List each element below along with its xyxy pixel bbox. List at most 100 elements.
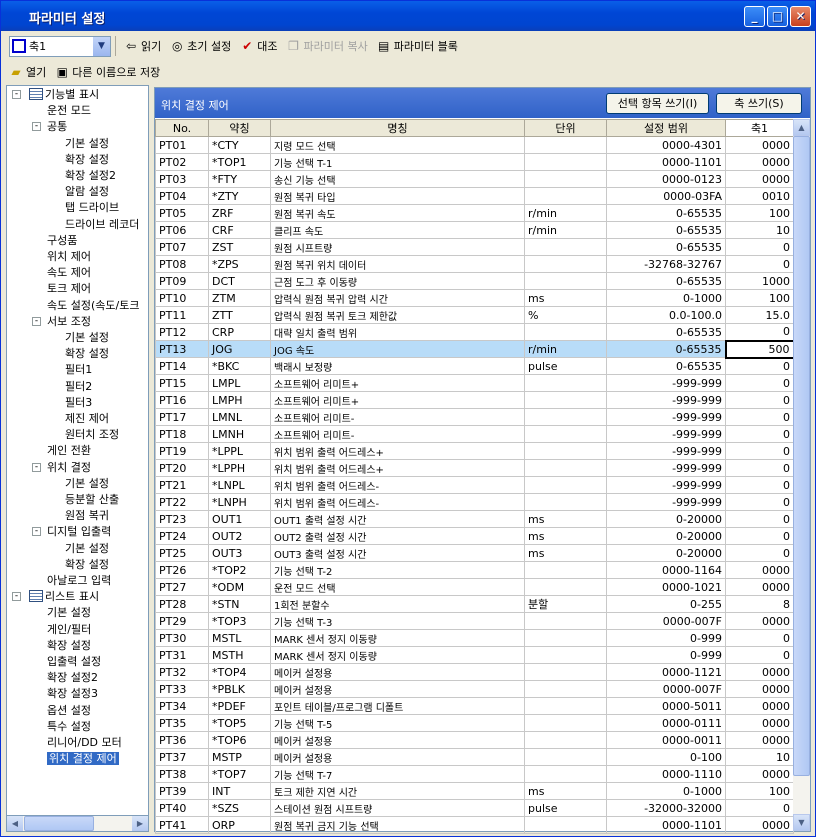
tree-collapse-icon[interactable]: -: [12, 90, 21, 99]
axis1-value-cell[interactable]: 1000: [725, 272, 794, 290]
table-row[interactable]: PT23 OUT1 OUT1 출력 설정 시간 ms 0-20000 0: [155, 510, 794, 528]
tree-item[interactable]: - 서보 조정: [32, 314, 91, 330]
table-row[interactable]: PT35 *TOP5 기능 선택 T-5 0000-0111 0000: [155, 714, 794, 732]
axis1-value-cell[interactable]: 0000: [725, 612, 794, 630]
tree-item[interactable]: 토크 제어: [47, 281, 91, 297]
table-row[interactable]: PT05 ZRF 원점 복귀 속도 r/min 0-65535 100: [155, 204, 794, 222]
write-axis-button[interactable]: 축 쓰기(S): [716, 93, 802, 114]
table-row[interactable]: PT33 *PBLK 메이커 설정용 0000-007F 0000: [155, 680, 794, 698]
axis1-value-cell[interactable]: 0: [725, 510, 794, 528]
tree-item[interactable]: 제진 제어: [65, 411, 109, 427]
title-bar[interactable]: 파라미터 설정 _ □ ✕: [1, 1, 815, 31]
table-row[interactable]: PT15 LMPL 소프트웨어 리미트+ -999-999 0: [155, 374, 794, 392]
tree-item[interactable]: 확장 설정2: [47, 670, 98, 686]
scroll-right-icon[interactable]: ▶: [132, 816, 148, 831]
tree-item[interactable]: 게인/필터: [47, 622, 91, 638]
axis1-value-cell[interactable]: 0: [725, 476, 794, 494]
axis1-value-cell[interactable]: 0010: [725, 187, 794, 205]
tree-item[interactable]: 탭 드라이브: [65, 200, 119, 216]
axis1-value-cell[interactable]: 0: [725, 374, 794, 392]
tree-item[interactable]: 입출력 설정: [47, 654, 101, 670]
table-row[interactable]: PT38 *TOP7 기능 선택 T-7 0000-1110 0000: [155, 765, 794, 783]
tree-item[interactable]: 원터치 조정: [65, 427, 119, 443]
axis1-value-cell[interactable]: 8: [725, 595, 794, 613]
axis1-value-cell[interactable]: 0000: [725, 663, 794, 681]
table-row[interactable]: PT25 OUT3 OUT3 출력 설정 시간 ms 0-20000 0: [155, 544, 794, 562]
function-tree[interactable]: - 기능별 표시 운전 모드 - 공통 기본 설정 확장 설정 확장 설정2 알람 설정 탭 드라…: [6, 85, 149, 832]
table-row[interactable]: PT09 DCT 근점 도그 후 이동량 0-65535 1000: [155, 272, 794, 290]
axis1-value-cell[interactable]: 0: [725, 493, 794, 511]
tree-item[interactable]: 확장 설정3: [47, 686, 98, 702]
table-row[interactable]: PT22 *LNPH 위치 범위 출력 어드레스- -999-999 0: [155, 493, 794, 511]
scroll-down-icon[interactable]: ▼: [793, 814, 810, 831]
copy-parameter-button[interactable]: ❐ 파라미터 복사: [282, 35, 370, 57]
tree-item[interactable]: 기본 설정: [65, 330, 109, 346]
axis1-value-cell[interactable]: 0: [725, 442, 794, 460]
scroll-left-icon[interactable]: ◀: [7, 816, 23, 831]
tree-item[interactable]: - 리스트 표시: [12, 589, 99, 605]
table-row[interactable]: PT29 *TOP3 기능 선택 T-3 0000-007F 0000: [155, 612, 794, 630]
table-row[interactable]: PT39 INT 토크 제한 지연 시간 ms 0-1000 100: [155, 782, 794, 800]
column-header[interactable]: No.: [155, 119, 209, 137]
tree-item[interactable]: - 공통: [32, 119, 67, 135]
tree-item[interactable]: - 위치 결정: [32, 460, 91, 476]
column-header[interactable]: 설정 범위: [606, 119, 726, 137]
tree-item[interactable]: 리니어/DD 모터: [47, 735, 122, 751]
axis1-value-cell[interactable]: 15.0: [725, 306, 794, 324]
tree-collapse-icon[interactable]: -: [32, 122, 41, 132]
axis-select[interactable]: 축1 ▼: [9, 35, 111, 57]
tree-item[interactable]: 확장 설정: [65, 557, 109, 573]
table-row[interactable]: PT12 CRP 대략 일치 출력 범위 0-65535 0: [155, 323, 794, 341]
table-row[interactable]: PT03 *FTY 송신 기능 선택 0000-0123 0000: [155, 170, 794, 188]
table-row[interactable]: PT17 LMNL 소프트웨어 리미트- -999-999 0: [155, 408, 794, 426]
axis1-value-cell[interactable]: 100: [725, 289, 794, 307]
axis1-value-cell[interactable]: 500: [724, 339, 795, 359]
tree-item[interactable]: 구성품: [47, 233, 77, 249]
tree-item[interactable]: 속도 제어: [47, 265, 91, 281]
table-row[interactable]: PT13 JOG JOG 속도 r/min 0-65535 500: [155, 339, 795, 359]
table-row[interactable]: PT18 LMNH 소프트웨어 리미트- -999-999 0: [155, 425, 794, 443]
tree-item[interactable]: 게인 전환: [47, 443, 91, 459]
table-row[interactable]: PT24 OUT2 OUT2 출력 설정 시간 ms 0-20000 0: [155, 527, 794, 545]
table-scroll-thumb[interactable]: [793, 136, 810, 776]
table-row[interactable]: PT10 ZTM 압력식 원점 복귀 압력 시간 ms 0-1000 100: [155, 289, 794, 307]
table-row[interactable]: PT30 MSTL MARK 센서 정지 이동량 0-999 0: [155, 629, 794, 647]
scroll-up-icon[interactable]: ▲: [793, 119, 810, 136]
close-button[interactable]: ✕: [790, 6, 811, 27]
tree-item[interactable]: 기본 설정: [65, 136, 109, 152]
table-row[interactable]: PT27 *ODM 운전 모드 선택 0000-1021 0000: [155, 578, 794, 596]
table-row[interactable]: PT20 *LPPH 위치 범위 출력 어드레스+ -999-999 0: [155, 459, 794, 477]
column-header[interactable]: 축1: [725, 119, 794, 137]
table-row[interactable]: PT02 *TOP1 기능 선택 T-1 0000-1101 0000: [155, 153, 794, 171]
tree-collapse-icon[interactable]: -: [32, 462, 41, 472]
table-row[interactable]: PT07 ZST 원점 시프트량 0-65535 0: [155, 238, 794, 256]
tree-item[interactable]: 확장 설정: [65, 346, 109, 362]
tree-item[interactable]: 특수 설정: [47, 719, 91, 735]
maximize-button[interactable]: □: [767, 6, 788, 27]
tree-item[interactable]: 등분할 산출: [65, 492, 119, 508]
write-selected-button[interactable]: 선택 항목 쓰기(I): [606, 93, 709, 114]
table-row[interactable]: PT14 *BKC 백래시 보정량 pulse 0-65535 0: [155, 357, 794, 375]
table-row[interactable]: PT08 *ZPS 원점 복귀 위치 데이터 -32768-32767 0: [155, 255, 794, 273]
tree-item[interactable]: 확장 설정: [47, 638, 91, 654]
tree-item[interactable]: 드라이브 레코더: [65, 217, 139, 233]
axis1-value-cell[interactable]: 0000: [725, 170, 794, 188]
tree-item[interactable]: 기본 설정: [65, 541, 109, 557]
axis1-value-cell[interactable]: 0: [725, 799, 794, 817]
save-as-button[interactable]: ▣ 다른 이름으로 저장: [51, 61, 163, 83]
table-row[interactable]: PT37 MSTP 메이커 설정용 0-100 10: [155, 748, 794, 766]
axis1-value-cell[interactable]: 0000: [725, 765, 794, 783]
table-row[interactable]: PT32 *TOP4 메이커 설정용 0000-1121 0000: [155, 663, 794, 681]
table-row[interactable]: PT41 ORP 원점 복귀 금지 기능 선택 0000-1101 0000: [155, 816, 794, 834]
table-row[interactable]: PT06 CRF 클리프 속도 r/min 0-65535 10: [155, 221, 794, 239]
table-row[interactable]: PT11 ZTT 압력식 원점 복귀 토크 제한값% 0.0-100.0 15.0: [155, 306, 794, 324]
axis1-value-cell[interactable]: 10: [725, 221, 794, 239]
axis1-value-cell[interactable]: 0: [725, 357, 794, 375]
axis1-value-cell[interactable]: 100: [725, 204, 794, 222]
table-row[interactable]: PT26 *TOP2 기능 선택 T-2 0000-1164 0000: [155, 561, 794, 579]
tree-item[interactable]: 필터3: [65, 395, 92, 411]
tree-collapse-icon[interactable]: -: [32, 527, 41, 537]
table-row[interactable]: PT01 *CTY 지령 모드 선택 0000-4301 0000: [155, 136, 794, 154]
axis1-value-cell[interactable]: 0000: [725, 153, 794, 171]
axis1-value-cell[interactable]: 0000: [725, 136, 794, 154]
